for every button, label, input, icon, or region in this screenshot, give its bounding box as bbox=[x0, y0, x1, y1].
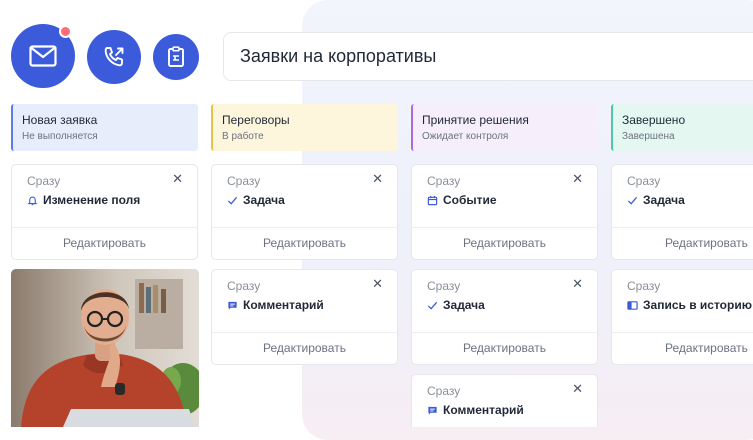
card-timing: Сразу bbox=[627, 279, 661, 293]
stage-name: Новая заявка bbox=[22, 113, 98, 127]
card-timing: Сразу bbox=[427, 279, 461, 293]
stage-name: Переговоры bbox=[222, 113, 290, 127]
pipeline-title[interactable]: Заявки на корпоративы bbox=[223, 32, 753, 81]
stage-status: Ожидает контроля bbox=[422, 131, 509, 142]
card-action-label: Задача bbox=[643, 193, 685, 207]
stage-decision[interactable]: Принятие решения Ожидает контроля bbox=[411, 104, 598, 151]
history-record-icon bbox=[627, 300, 638, 310]
divider bbox=[12, 227, 197, 228]
card-timing: Сразу bbox=[427, 384, 461, 398]
photo-illustration bbox=[11, 269, 199, 427]
card-action-label: Комментарий bbox=[243, 298, 324, 312]
comment-icon bbox=[228, 301, 237, 310]
document-button[interactable] bbox=[153, 34, 199, 80]
automation-card[interactable]: Сразу ✕ Задача Редактировать bbox=[211, 164, 398, 260]
card-action: Задача bbox=[227, 193, 285, 207]
stage-status: В работе bbox=[222, 131, 264, 142]
automation-card[interactable]: Сразу ✕ Комментарий Редактировать bbox=[211, 269, 398, 365]
edit-link[interactable]: Редактировать bbox=[665, 236, 753, 250]
card-action: Комментарий bbox=[227, 298, 324, 312]
divider bbox=[412, 227, 597, 228]
card-action-label: Комментарий bbox=[443, 403, 524, 417]
divider bbox=[212, 227, 397, 228]
card-action-label: Изменение поля bbox=[43, 193, 141, 207]
close-icon[interactable]: ✕ bbox=[172, 171, 183, 187]
automation-card[interactable]: Сразу Задача Редактировать bbox=[611, 164, 753, 260]
close-icon[interactable]: ✕ bbox=[372, 171, 383, 187]
automation-card[interactable]: Сразу ✕ Изменение поля Редактировать bbox=[11, 164, 198, 260]
check-icon bbox=[227, 196, 238, 205]
edit-link[interactable]: Редактировать bbox=[12, 236, 197, 250]
mail-icon bbox=[29, 45, 57, 67]
pipeline-title-text: Заявки на корпоративы bbox=[240, 46, 437, 66]
stage-completed[interactable]: Завершено Завершена bbox=[611, 104, 753, 151]
card-timing: Сразу bbox=[27, 174, 61, 188]
automation-card[interactable]: Сразу ✕ Событие Редактировать bbox=[411, 164, 598, 260]
card-action: Задача bbox=[427, 298, 485, 312]
card-timing: Сразу bbox=[227, 174, 261, 188]
call-button[interactable] bbox=[87, 30, 141, 84]
comment-icon bbox=[428, 406, 437, 415]
check-icon bbox=[627, 196, 638, 205]
automation-card[interactable]: Сразу Запись в историю Редактировать bbox=[611, 269, 753, 365]
card-action-label: Запись в историю bbox=[643, 298, 752, 312]
notification-badge bbox=[59, 25, 72, 38]
automation-card[interactable]: Сразу ✕ Комментарий bbox=[411, 374, 598, 427]
bell-icon bbox=[27, 195, 38, 205]
close-icon[interactable]: ✕ bbox=[572, 276, 583, 292]
stage-new[interactable]: Новая заявка Не выполняется bbox=[11, 104, 198, 151]
edit-link[interactable]: Редактировать bbox=[212, 341, 397, 355]
clipboard-icon bbox=[168, 46, 184, 67]
card-action: Изменение поля bbox=[27, 193, 140, 207]
edit-link[interactable]: Редактировать bbox=[212, 236, 397, 250]
card-action: Событие bbox=[427, 193, 497, 207]
card-action-label: Задача bbox=[243, 193, 285, 207]
check-icon bbox=[427, 301, 438, 310]
card-timing: Сразу bbox=[227, 279, 261, 293]
stage-name: Завершено bbox=[622, 113, 686, 127]
edit-link[interactable]: Редактировать bbox=[412, 341, 597, 355]
divider bbox=[612, 227, 753, 228]
person-at-laptop-photo bbox=[11, 269, 199, 427]
card-action-label: Событие bbox=[443, 193, 497, 207]
divider bbox=[412, 332, 597, 333]
stage-negotiation[interactable]: Переговоры В работе bbox=[211, 104, 398, 151]
card-timing: Сразу bbox=[427, 174, 461, 188]
divider bbox=[212, 332, 397, 333]
stage-status: Не выполняется bbox=[22, 131, 98, 142]
close-icon[interactable]: ✕ bbox=[372, 276, 383, 292]
edit-link[interactable]: Редактировать bbox=[412, 236, 597, 250]
edit-link[interactable]: Редактировать bbox=[665, 341, 753, 355]
calendar-icon bbox=[427, 195, 438, 205]
card-action: Задача bbox=[627, 193, 685, 207]
card-action: Запись в историю bbox=[627, 298, 752, 312]
card-action: Комментарий bbox=[427, 403, 524, 417]
stage-name: Принятие решения bbox=[422, 113, 529, 127]
card-timing: Сразу bbox=[627, 174, 661, 188]
stage-status: Завершена bbox=[622, 131, 675, 142]
card-action-label: Задача bbox=[443, 298, 485, 312]
phone-forward-icon bbox=[104, 47, 124, 67]
close-icon[interactable]: ✕ bbox=[572, 171, 583, 187]
automation-card[interactable]: Сразу ✕ Задача Редактировать bbox=[411, 269, 598, 365]
divider bbox=[612, 332, 753, 333]
close-icon[interactable]: ✕ bbox=[572, 381, 583, 397]
